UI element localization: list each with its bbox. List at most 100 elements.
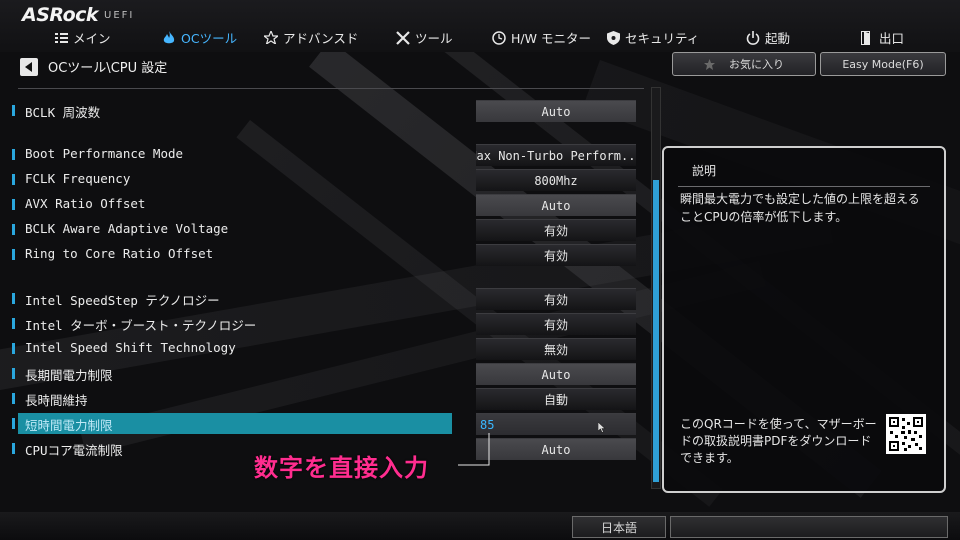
setting-label: AVX Ratio Offset — [25, 196, 146, 211]
favorites-button[interactable]: お気に入り — [672, 52, 816, 76]
breadcrumb-text: OCツール\CPU 設定 — [48, 61, 168, 76]
row-marker — [12, 443, 15, 454]
row-marker — [12, 343, 15, 354]
star-icon — [264, 31, 278, 45]
row-marker — [12, 105, 15, 116]
shield-icon — [606, 30, 620, 45]
row-marker — [12, 249, 15, 260]
chevron-left-icon — [25, 61, 32, 72]
setting-row-intel-speedstep[interactable]: Intel SpeedStep テクノロジー 有効 — [8, 288, 636, 310]
setting-label: Intel Speed Shift Technology — [25, 340, 236, 355]
uefi-label: UEFI — [104, 10, 135, 21]
list-icon — [54, 31, 68, 45]
annotation-leader-line — [458, 433, 490, 466]
setting-value[interactable]: 有効 — [476, 219, 636, 241]
monitor-icon — [492, 30, 506, 45]
row-marker — [12, 418, 15, 429]
power-icon — [746, 30, 760, 45]
setting-label: Intel SpeedStep テクノロジー — [25, 293, 220, 308]
setting-row-intel-speed-shift[interactable]: Intel Speed Shift Technology 無効 — [8, 338, 636, 360]
setting-row-long-duration-power-limit[interactable]: 長期間電力制限 Auto — [8, 363, 636, 385]
qr-description-text: このQRコードを使って、マザーボードの取扱説明書PDFをダウンロードできます。 — [680, 417, 877, 465]
setting-label: 長時間維持 — [25, 393, 88, 408]
setting-value[interactable]: 自動 — [476, 388, 636, 410]
status-box — [670, 516, 948, 538]
setting-value[interactable]: Auto — [476, 100, 636, 122]
asrock-logo: ASRock — [22, 4, 99, 26]
tab-main[interactable]: メイン — [54, 28, 111, 47]
row-marker — [12, 224, 15, 235]
setting-value[interactable]: 有効 — [476, 288, 636, 310]
divider — [18, 88, 644, 89]
easy-mode-label: Easy Mode(F6) — [842, 57, 924, 71]
tab-hw-monitor-label: H/W モニター — [511, 31, 591, 46]
setting-row-boot-performance-mode[interactable]: Boot Performance Mode Max Non-Turbo Perf… — [8, 144, 636, 166]
flame-icon — [162, 30, 176, 45]
tab-oc-tools-label: OCツール — [181, 31, 238, 46]
tab-boot-label: 起動 — [765, 31, 791, 46]
tab-main-label: メイン — [73, 31, 111, 46]
tab-advanced-label: アドバンスド — [283, 31, 359, 46]
setting-label: FCLK Frequency — [25, 171, 131, 186]
setting-label: 長期間電力制限 — [25, 368, 113, 383]
scrollbar[interactable] — [651, 87, 661, 489]
setting-row-long-duration-maintained[interactable]: 長時間維持 自動 — [8, 388, 636, 410]
top-bar: ASRock UEFI メイン OCツール アドバンスド ツール H/W モニタ… — [0, 0, 960, 52]
setting-row-intel-turbo-boost[interactable]: Intel ターボ・ブースト・テクノロジー 有効 — [8, 313, 636, 335]
row-marker — [12, 318, 15, 329]
tab-hw-monitor[interactable]: H/W モニター — [492, 28, 591, 47]
tab-oc-tools[interactable]: OCツール — [162, 28, 237, 47]
setting-value-input[interactable]: 85 — [476, 413, 636, 435]
row-marker — [12, 149, 15, 160]
tab-security[interactable]: セキュリティ — [606, 28, 699, 47]
setting-label: BCLK 周波数 — [25, 105, 101, 120]
annotation-text: 数字を直接入力 — [254, 454, 429, 482]
setting-row-short-duration-power-limit[interactable]: 短時間電力制限 85 — [8, 413, 636, 435]
setting-value[interactable]: 有効 — [476, 313, 636, 335]
row-marker — [12, 174, 15, 185]
setting-row-bclk-frequency[interactable]: BCLK 周波数 Auto — [8, 100, 636, 122]
tab-security-label: セキュリティ — [625, 31, 700, 46]
setting-value[interactable]: Auto — [476, 194, 636, 216]
description-panel: 説明 瞬間最大電力でも設定した値の上限を超えることCPUの倍率が低下します。 こ… — [662, 146, 946, 493]
mouse-cursor-icon — [598, 422, 606, 433]
setting-value[interactable]: 800Mhz — [476, 169, 636, 191]
setting-value[interactable]: Auto — [476, 363, 636, 385]
setting-row-fclk-frequency[interactable]: FCLK Frequency 800Mhz — [8, 169, 636, 191]
setting-value[interactable]: Auto — [476, 438, 636, 460]
tab-exit-label: 出口 — [879, 31, 905, 46]
setting-value[interactable]: Max Non-Turbo Perform... — [476, 144, 636, 166]
setting-label: BCLK Aware Adaptive Voltage — [25, 221, 229, 236]
description-text: 瞬間最大電力でも設定した値の上限を超えることCPUの倍率が低下します。 — [680, 192, 920, 224]
setting-value[interactable]: 無効 — [476, 338, 636, 360]
qr-code-icon — [886, 414, 926, 454]
row-marker — [12, 293, 15, 304]
setting-label: Intel ターボ・ブースト・テクノロジー — [25, 318, 257, 333]
setting-row-avx-ratio-offset[interactable]: AVX Ratio Offset Auto — [8, 194, 636, 216]
tab-advanced[interactable]: アドバンスド — [264, 28, 358, 47]
row-marker — [12, 368, 15, 379]
row-marker — [12, 393, 15, 404]
tab-tools-label: ツール — [415, 31, 453, 46]
description-divider — [678, 186, 930, 187]
setting-row-bclk-aware-adaptive-voltage[interactable]: BCLK Aware Adaptive Voltage 有効 — [8, 219, 636, 241]
language-button[interactable]: 日本語 — [572, 516, 666, 538]
setting-label: CPUコア電流制限 — [25, 443, 123, 458]
setting-label: Ring to Core Ratio Offset — [25, 246, 214, 261]
setting-label: Boot Performance Mode — [25, 146, 184, 161]
tab-boot[interactable]: 起動 — [746, 28, 790, 47]
setting-row-ring-to-core-ratio-offset[interactable]: Ring to Core Ratio Offset 有効 — [8, 244, 636, 266]
star-icon — [704, 58, 715, 70]
exit-icon — [860, 30, 874, 45]
row-marker — [12, 199, 15, 210]
breadcrumb: OCツール\CPU 設定 — [20, 57, 167, 76]
tab-tools[interactable]: ツール — [396, 28, 453, 47]
back-button[interactable] — [20, 57, 38, 76]
tools-icon — [396, 30, 410, 45]
scrollbar-thumb[interactable] — [653, 180, 659, 482]
tab-exit[interactable]: 出口 — [860, 28, 904, 47]
description-title: 説明 — [692, 164, 717, 178]
easy-mode-button[interactable]: Easy Mode(F6) — [820, 52, 946, 76]
setting-label: 短時間電力制限 — [25, 418, 113, 433]
setting-value[interactable]: 有効 — [476, 244, 636, 266]
